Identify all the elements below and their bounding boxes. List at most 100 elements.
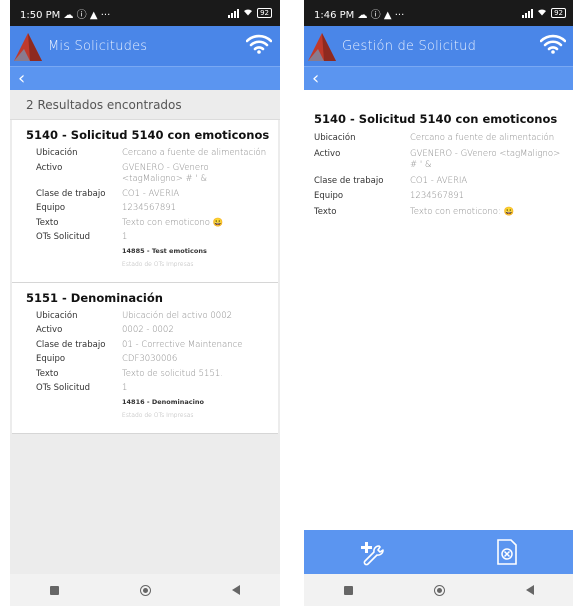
app-logo-icon <box>10 26 46 66</box>
phone-left-screen: 1:50 PM ☁ ⓘ ▲ ··· 92 Mis Solicitudes ‹ 2… <box>10 0 280 606</box>
row-equipo: Equipo CDF3030006 <box>26 354 270 366</box>
back-bar: ‹ <box>304 66 573 90</box>
request-detail: 5140 - Solicitud 5140 con emoticonos Ubi… <box>304 90 573 538</box>
app-bar: Gestión de Solicitud <box>304 26 573 66</box>
home-icon[interactable] <box>139 584 151 596</box>
label-ubicacion: Ubicación <box>36 148 78 158</box>
app-logo-icon <box>304 26 340 66</box>
label-clase: Clase de trabajo <box>314 175 384 186</box>
row-texto: Texto Texto con emoticono 😀 <box>26 218 270 230</box>
value-equipo: CDF3030006 <box>122 354 178 364</box>
wifi-icon[interactable] <box>245 34 273 58</box>
recents-icon[interactable] <box>344 585 354 595</box>
ots-count: 1 <box>122 383 128 393</box>
label-equipo: Equipo <box>36 354 66 364</box>
system-nav-bar <box>10 574 280 606</box>
value-ubicacion: Cercano a fuente de alimentación <box>122 148 267 158</box>
request-card[interactable]: 5140 - Solicitud 5140 con emoticonos Ubi… <box>12 120 278 283</box>
recents-icon[interactable] <box>50 585 60 595</box>
request-title: 5151 - Denominación <box>26 290 163 305</box>
status-icons: 92 <box>228 8 272 19</box>
label-ubicacion: Ubicación <box>314 133 356 143</box>
value-clase: 01 - Corrective Maintenance <box>122 339 243 350</box>
signal-icon <box>522 8 534 18</box>
label-clase: Clase de trabajo <box>36 188 106 199</box>
label-texto: Texto <box>36 217 59 228</box>
battery-icon: 92 <box>551 8 566 18</box>
status-time: 1:46 PM ☁ ⓘ ▲ ··· <box>314 9 405 21</box>
back-bar: ‹ <box>10 66 280 90</box>
row-ubicacion: Ubicación Cercano a fuente de alimentació… <box>26 148 270 160</box>
add-wrench-icon[interactable] <box>356 536 388 568</box>
row-texto: Texto Texto con emoticono: 😀 <box>314 207 566 219</box>
value-ubicacion: Ubicación del activo 0002 <box>122 310 233 321</box>
label-texto: Texto <box>36 368 59 379</box>
battery-icon: 92 <box>257 8 272 18</box>
signal-icon <box>228 8 240 18</box>
label-equipo: Equipo <box>314 191 344 201</box>
row-clase: Clase de trabajo CO1 - AVERIA <box>26 189 270 201</box>
wifi-icon[interactable] <box>539 34 567 58</box>
app-title: Gestión de Solicitud <box>342 38 477 54</box>
value-clase: CO1 - AVERIA <box>410 175 468 186</box>
label-ots: OTs Solicitud <box>36 232 91 242</box>
action-bar <box>304 530 573 574</box>
ot-item-link[interactable]: 14816 - Denominacino <box>122 397 204 409</box>
value-activo: 0002 - 0002 <box>122 325 174 335</box>
row-ots: OTs Solicitud 1 14885 - Test emoticons E… <box>26 232 270 271</box>
row-texto: Texto Texto de solicitud 5151. <box>26 369 270 381</box>
value-texto: Texto con emoticono 😀 <box>122 217 224 228</box>
value-activo: GVENERO - GVenero <tagMaligno> # ' & <box>122 162 209 185</box>
value-ots: 1 14816 - Denominacino Estado de OTs Imp… <box>122 383 204 422</box>
label-texto: Texto <box>314 206 337 217</box>
row-clase: Clase de trabajo CO1 - AVERIA <box>314 176 566 188</box>
nav-back-icon[interactable] <box>525 585 534 595</box>
value-texto: Texto de solicitud 5151. <box>122 368 223 379</box>
row-equipo: Equipo 1234567891 <box>314 191 566 203</box>
row-activo: Activo 0002 - 0002 <box>26 325 270 337</box>
home-icon[interactable] <box>433 584 445 596</box>
value-equipo: 1234567891 <box>122 203 177 213</box>
request-title: 5140 - Solicitud 5140 con emoticonos <box>26 128 270 142</box>
request-card[interactable]: 5151 - Denominación Ubicación Ubicación d… <box>12 282 278 434</box>
smiley-emoji-icon: 😀 <box>503 206 515 217</box>
label-activo: Activo <box>36 162 63 173</box>
status-time: 1:50 PM ☁ ⓘ ▲ ··· <box>20 9 111 21</box>
value-texto: Texto con emoticono: 😀 <box>410 206 515 217</box>
row-equipo: Equipo 1234567891 <box>26 203 270 215</box>
wifi-status-icon <box>537 8 547 19</box>
nav-back-icon[interactable] <box>231 585 240 595</box>
ot-state: Estado de OTs Impresas <box>122 412 194 419</box>
row-activo: Activo GVENERO - GVenero <tagMaligno> # '… <box>26 163 270 186</box>
ots-count: 1 <box>122 232 128 242</box>
row-ots: OTs Solicitud 1 14816 - Denominacino Est… <box>26 383 270 422</box>
app-bar: Mis Solicitudes <box>10 26 280 66</box>
back-button[interactable]: ‹ <box>18 68 25 89</box>
app-title: Mis Solicitudes <box>48 38 148 54</box>
ot-item-link[interactable]: 14885 - Test emoticons <box>122 246 207 258</box>
wifi-status-icon <box>243 8 253 19</box>
phone-right-screen: 1:46 PM ☁ ⓘ ▲ ··· 92 Gestión de Solicitu… <box>304 0 573 606</box>
value-clase: CO1 - AVERIA <box>122 188 180 199</box>
ot-state: Estado de OTs Impresas <box>122 261 194 268</box>
label-activo: Activo <box>314 148 341 159</box>
row-ubicacion: Ubicación Ubicación del activo 0002 <box>26 311 270 323</box>
label-ubicacion: Ubicación <box>36 310 78 321</box>
back-button[interactable]: ‹ <box>312 68 319 89</box>
results-count: 2 Resultados encontrados <box>10 90 280 120</box>
status-icons: 92 <box>522 8 566 19</box>
value-activo: GVENERO - GVenero <tagMaligno> # ' & <box>410 148 561 171</box>
value-ubicacion: Cercano a fuente de alimentación <box>410 133 555 143</box>
label-ots: OTs Solicitud <box>36 383 91 393</box>
label-clase: Clase de trabajo <box>36 339 106 350</box>
row-ubicacion: Ubicación Cercano a fuente de alimentació… <box>314 133 566 145</box>
value-equipo: 1234567891 <box>410 191 465 201</box>
detail-title: 5140 - Solicitud 5140 con emoticonos <box>314 112 558 126</box>
cancel-doc-icon[interactable] <box>491 536 523 568</box>
status-bar: 1:46 PM ☁ ⓘ ▲ ··· 92 <box>304 0 573 26</box>
row-clase: Clase de trabajo 01 - Corrective Maintena… <box>26 340 270 352</box>
row-activo: Activo GVENERO - GVenero <tagMaligno> # '… <box>314 149 566 172</box>
label-activo: Activo <box>36 325 63 335</box>
system-nav-bar <box>304 574 573 606</box>
smiley-emoji-icon: 😀 <box>212 217 224 228</box>
